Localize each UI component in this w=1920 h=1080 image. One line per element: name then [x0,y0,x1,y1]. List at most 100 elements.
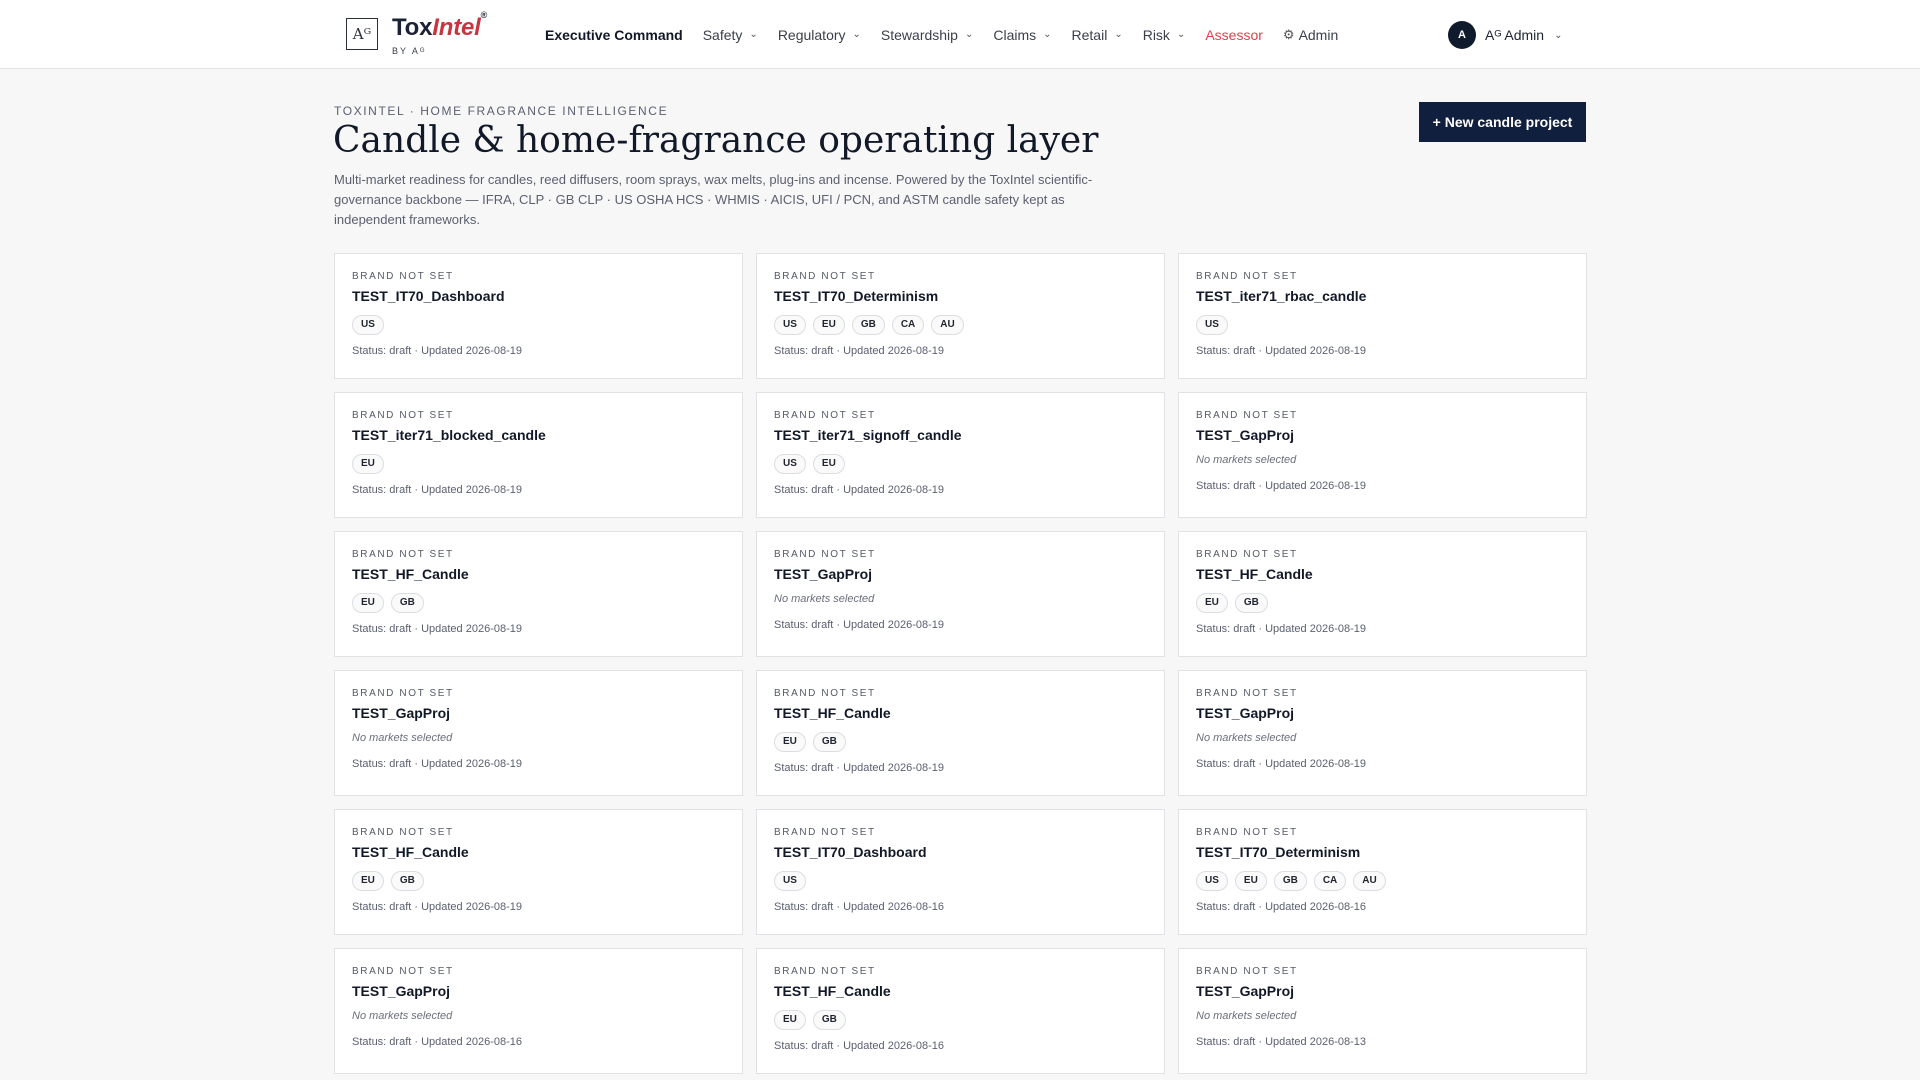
chevron-down-icon: ⌄ [1043,29,1052,40]
project-status: Status: draft · Updated 2026-08-19 [352,345,522,357]
nav-item-claims[interactable]: Claims ⌄ [993,27,1051,43]
nav-item-label: Safety [702,26,743,43]
logo-wordmark[interactable]: ToxIntel® [392,10,487,42]
market-chip: AU [1353,871,1386,891]
user-menu[interactable]: A Aᴳ Admin ⌄ [1448,21,1562,49]
new-candle-project-button[interactable]: + New candle project [1419,102,1586,142]
project-brand: BRAND NOT SET [1196,688,1298,699]
project-brand: BRAND NOT SET [352,688,454,699]
project-card[interactable]: BRAND NOT SET TEST_IT70_Determinism US EU GB… [1178,809,1587,935]
nav-item-stewardship[interactable]: Stewardship ⌄ [881,27,973,43]
project-status: Status: draft · Updated 2026-08-19 [352,623,522,635]
market-chip: GB [812,732,846,752]
project-name: TEST_GapProj [352,983,451,999]
project-status: Status: draft · Updated 2026-08-16 [1196,901,1366,913]
project-brand: BRAND NOT SET [1196,966,1298,977]
chevron-down-icon: ⌄ [852,29,861,40]
chevron-down-icon: ⌄ [964,29,974,40]
project-card[interactable]: BRAND NOT SET TEST_IT70_Determinism US EU GB… [756,253,1165,379]
project-card[interactable]: BRAND NOT SET TEST_iter71_rbac_candle US St… [1178,253,1587,379]
project-name: TEST_HF_Candle [774,983,891,999]
market-chips: EU [352,454,725,474]
logo-mark-icon[interactable]: Aᴳ [346,18,378,50]
market-chip: US [774,871,806,891]
nav-item-label: Stewardship [880,26,958,43]
chevron-down-icon: ⌄ [1114,29,1123,40]
project-name: TEST_GapProj [1196,427,1295,443]
market-chip: GB [390,593,424,613]
market-chip: AU [931,315,964,335]
project-brand: BRAND NOT SET [774,827,876,838]
project-card[interactable]: BRAND NOT SET TEST_GapProj No markets sele… [1178,392,1587,518]
project-brand: BRAND NOT SET [774,271,876,282]
project-name: TEST_GapProj [1196,705,1295,721]
main-nav: Executive Command Safety ⌄ Regulatory ⌄ Stewa… [545,0,1358,69]
project-card[interactable]: BRAND NOT SET TEST_HF_Candle EU GB Status: d… [756,948,1165,1074]
nav-item-executive-command[interactable]: Executive Command [545,27,683,43]
market-chip: US [774,315,806,335]
project-card[interactable]: BRAND NOT SET TEST_IT70_Dashboard US Status… [334,253,743,379]
market-chip: US [1196,871,1228,891]
project-card[interactable]: BRAND NOT SET TEST_HF_Candle EU GB Status: d… [334,809,743,935]
project-card[interactable]: BRAND NOT SET TEST_HF_Candle EU GB Status: d… [1178,531,1587,657]
market-chips: EU GB [774,732,1147,752]
project-card[interactable]: BRAND NOT SET TEST_GapProj No markets sele… [334,670,743,796]
no-markets-label: No markets selected [1196,1010,1297,1022]
project-brand: BRAND NOT SET [352,271,454,282]
nav-item-safety[interactable]: Safety ⌄ [703,27,758,43]
project-name: TEST_IT70_Determinism [774,288,939,304]
nav-item-assessor[interactable]: Assessor [1205,27,1263,43]
chevron-down-icon: ⌄ [749,29,758,40]
chevron-down-icon: ⌄ [1176,29,1186,40]
nav-item-admin[interactable]: ⚙ Admin [1283,27,1338,43]
market-chip: US [774,454,806,474]
nav-item-risk[interactable]: Risk ⌄ [1143,27,1186,43]
project-status: Status: draft · Updated 2026-08-16 [774,1040,944,1052]
market-chip: CA [1313,871,1347,891]
project-status: Status: draft · Updated 2026-08-16 [774,901,944,913]
nav-item-regulatory[interactable]: Regulatory ⌄ [778,27,861,43]
project-card[interactable]: BRAND NOT SET TEST_HF_Candle EU GB Status: d… [334,531,743,657]
project-name: TEST_IT70_Dashboard [774,844,927,860]
logo-byline: BY Aᴳ [392,46,427,56]
market-chips: US [352,315,725,335]
project-card[interactable]: BRAND NOT SET TEST_iter71_signoff_candle U… [756,392,1165,518]
market-chip: GB [812,1010,846,1030]
project-status: Status: draft · Updated 2026-08-19 [1196,758,1366,770]
no-markets-label: No markets selected [352,732,453,744]
project-name: TEST_GapProj [352,705,451,721]
project-card[interactable]: BRAND NOT SET TEST_GapProj No markets sele… [756,531,1165,657]
project-card[interactable]: BRAND NOT SET TEST_GapProj No markets sele… [1178,670,1587,796]
logo-intel: Intel [432,14,481,41]
market-chip: EU [774,732,806,752]
project-brand: BRAND NOT SET [774,688,876,699]
market-chip: GB [851,315,885,335]
nav-item-label: Assessor [1205,26,1263,43]
project-grid: BRAND NOT SET TEST_IT70_Dashboard US Status… [334,253,1587,1074]
no-markets-label: No markets selected [352,1010,453,1022]
project-card[interactable]: BRAND NOT SET TEST_GapProj No markets sele… [1178,948,1587,1074]
page-title: Candle & home-fragrance operating layer [333,120,1099,161]
market-chip: EU [352,871,384,891]
project-card[interactable]: BRAND NOT SET TEST_iter71_blocked_candle E… [334,392,743,518]
project-name: TEST_GapProj [774,566,873,582]
project-brand: BRAND NOT SET [1196,827,1298,838]
logo-registered-mark: ® [480,10,488,20]
project-status: Status: draft · Updated 2026-08-16 [352,1036,522,1048]
project-brand: BRAND NOT SET [352,827,454,838]
market-chip: US [1196,315,1228,335]
project-name: TEST_HF_Candle [352,844,469,860]
project-card[interactable]: BRAND NOT SET TEST_IT70_Dashboard US Status… [756,809,1165,935]
project-card[interactable]: BRAND NOT SET TEST_HF_Candle EU GB Status: d… [756,670,1165,796]
project-name: TEST_HF_Candle [1196,566,1313,582]
nav-item-label: Regulatory [777,26,846,43]
market-chip: US [352,315,384,335]
market-chips: US EU [774,454,1147,474]
project-status: Status: draft · Updated 2026-08-19 [1196,345,1366,357]
project-status: Status: draft · Updated 2026-08-19 [774,484,944,496]
project-card[interactable]: BRAND NOT SET TEST_GapProj No markets sele… [334,948,743,1074]
nav-item-label: Retail [1071,26,1108,43]
nav-item-retail[interactable]: Retail ⌄ [1072,27,1123,43]
market-chip: EU [812,315,845,335]
project-status: Status: draft · Updated 2026-08-19 [1196,480,1366,492]
